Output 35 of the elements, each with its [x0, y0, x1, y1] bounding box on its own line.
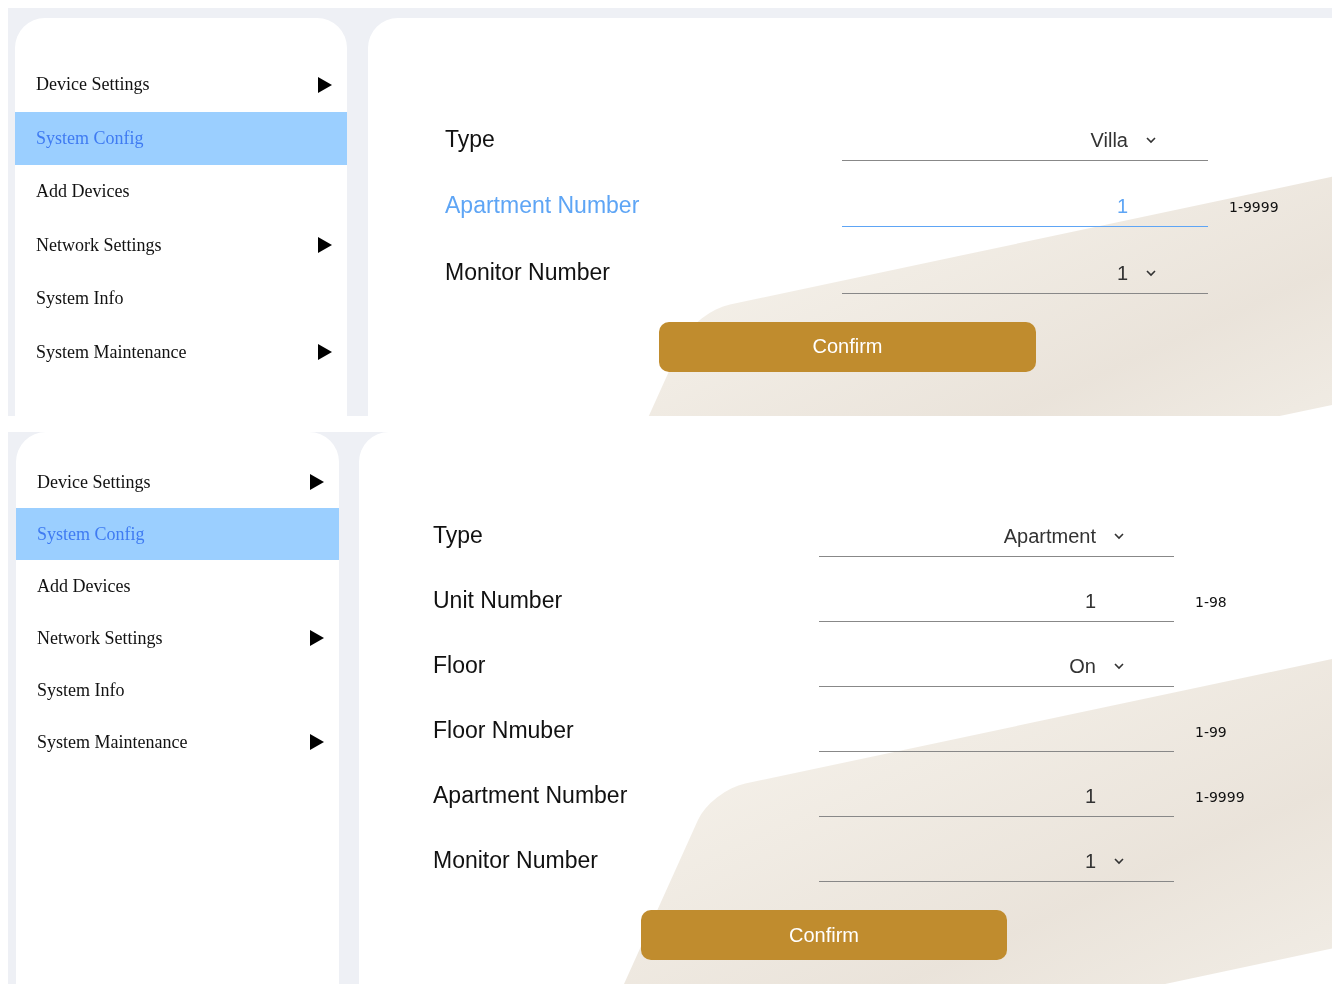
range-hint: 1-9999 [1229, 199, 1279, 217]
menu-item[interactable]: Network Settings [16, 612, 339, 664]
menu-item[interactable]: Device Settings [15, 58, 347, 112]
chevron-down-icon [1146, 269, 1156, 277]
range-hint: 1-9999 [1195, 789, 1245, 807]
menu-item[interactable]: Device Settings [16, 456, 339, 508]
chevron-down-icon [1114, 533, 1124, 540]
input-field[interactable]: 1 [819, 582, 1174, 622]
field-label: Floor [433, 652, 487, 680]
field-label: Type [445, 125, 496, 154]
field-label: Monitor Number [445, 258, 611, 287]
field-label: Type [433, 522, 484, 550]
menu-item[interactable]: System Info [15, 272, 347, 326]
input-field[interactable]: 1 [819, 777, 1174, 817]
menu-item[interactable]: System Maintenance [15, 325, 347, 379]
dropdown-field[interactable]: 1 [819, 842, 1174, 882]
menu-item[interactable]: Network Settings [15, 218, 347, 272]
menu-item[interactable]: System Maintenance [16, 716, 339, 768]
field-label: Unit Number [433, 587, 564, 615]
chevron-down-icon [1114, 858, 1124, 865]
chevron-down-icon [1146, 136, 1156, 144]
dropdown-field[interactable]: On [819, 647, 1174, 687]
range-hint: 1-98 [1195, 594, 1227, 612]
field-label: Apartment Number [433, 782, 629, 810]
menu-item[interactable]: Add Devices [15, 165, 347, 219]
menu-item[interactable]: System Info [16, 664, 339, 716]
dropdown-field[interactable]: Villa [842, 120, 1208, 161]
range-hint: 1-99 [1195, 724, 1227, 742]
dropdown-field[interactable]: 1 [842, 253, 1208, 294]
chevron-down-icon [1114, 663, 1124, 670]
dropdown-field[interactable]: Apartment [819, 517, 1174, 557]
menu-item[interactable]: Add Devices [16, 560, 339, 612]
field-label: Floor Nmuber [433, 717, 575, 745]
field-label: Monitor Number [433, 847, 599, 875]
field-label: Apartment Number [445, 192, 641, 220]
